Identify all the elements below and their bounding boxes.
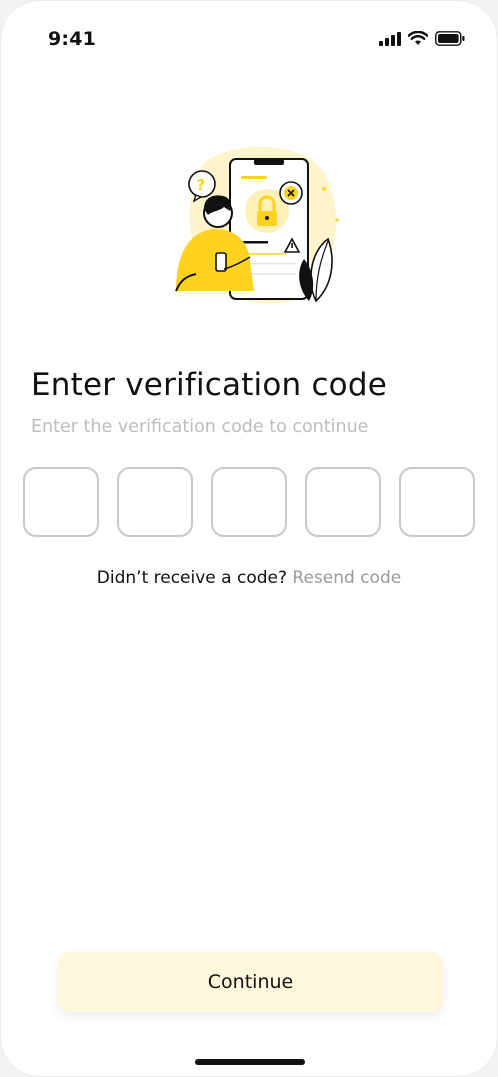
cellular-signal-icon [379,31,401,46]
lock-phone-person-icon: ? [175,146,339,304]
svg-text:?: ? [197,176,206,194]
page-subtitle: Enter the verification code to continue [31,417,369,437]
status-bar: 9:41 [1,1,497,81]
resend-line: Didn’t receive a code? Resend code [1,568,497,588]
code-digit-1[interactable] [23,467,99,537]
battery-icon [435,31,465,46]
code-digit-5[interactable] [399,467,475,537]
phone-screen: 9:41 ? Enter verification code Enter the… [0,0,498,1077]
home-indicator [195,1059,305,1065]
page-title: Enter verification code [31,367,387,403]
code-digit-4[interactable] [305,467,381,537]
code-digit-3[interactable] [211,467,287,537]
wifi-icon [408,31,428,46]
verification-code-inputs [23,467,475,537]
resend-prompt: Didn’t receive a code? [96,568,293,588]
code-digit-2[interactable] [117,467,193,537]
status-time: 9:41 [48,28,97,50]
verification-illustration: ? [166,141,346,311]
continue-button[interactable]: Continue [58,952,443,1012]
resend-code-link[interactable]: Resend code [292,568,401,588]
status-icons [379,31,465,46]
